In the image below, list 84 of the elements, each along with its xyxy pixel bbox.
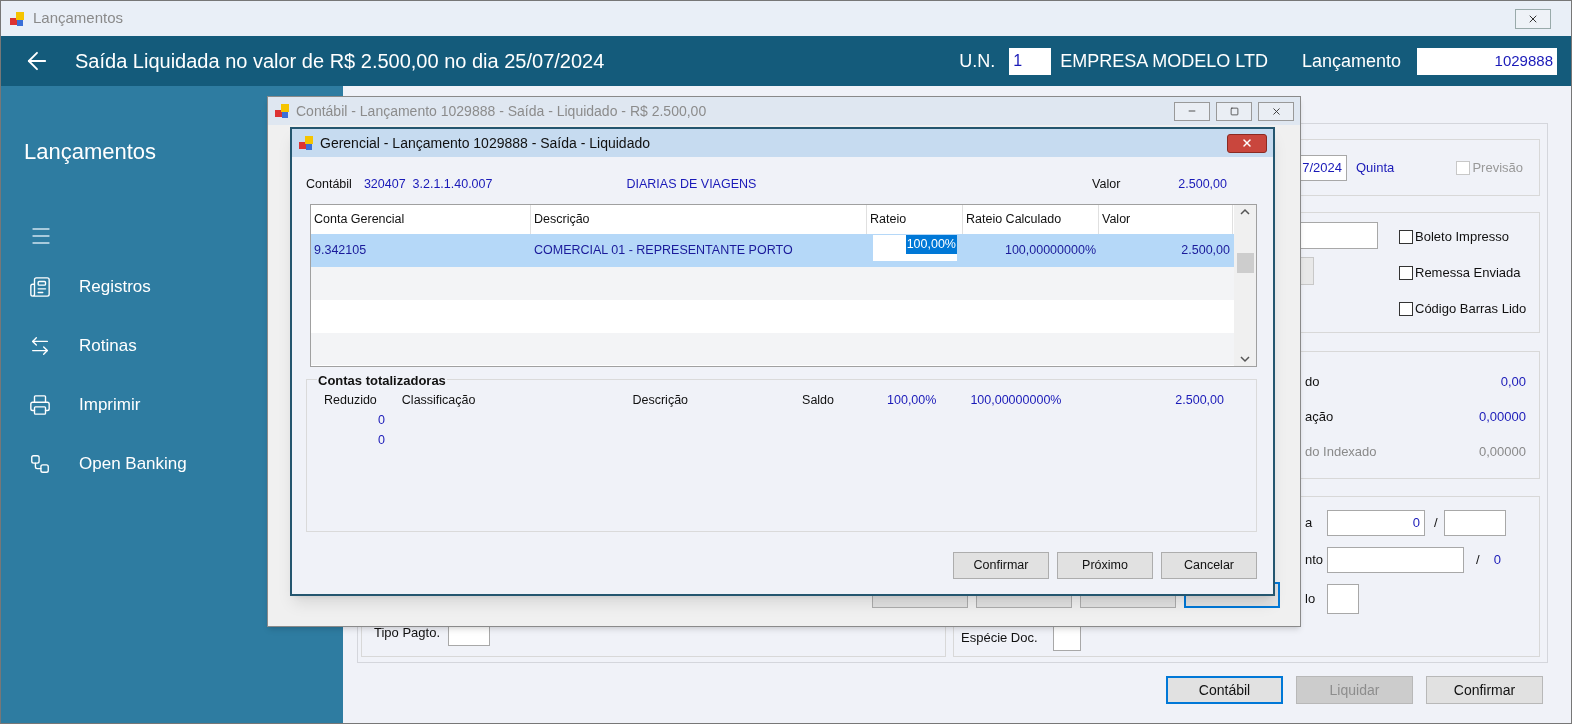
column-header: Saldo — [802, 391, 835, 409]
column-header: Descrição — [632, 391, 689, 409]
total-value: 100,00% — [887, 391, 937, 409]
scroll-thumb[interactable] — [1236, 253, 1254, 273]
doc-type-label: Espécie Doc. — [961, 629, 1039, 648]
value-text: 2.500,00 — [1178, 175, 1227, 193]
grid-row[interactable]: 9.342105 COMERCIAL 01 - REPRESENTANTE PORTO 100,00% 100,00000000% 2.500,00 — [311, 234, 1234, 267]
sidebar-item[interactable]: Rotinas — [1, 329, 343, 363]
table-cell: 0 — [378, 412, 385, 428]
scroll-down-icon[interactable] — [1240, 355, 1250, 363]
input-field[interactable] — [1443, 510, 1506, 536]
checkbox-label: Remessa Enviada — [1415, 264, 1521, 283]
amount-value: 0,00 — [1500, 373, 1526, 392]
entry-field[interactable]: 1029888 — [1417, 47, 1557, 75]
minimize-button[interactable] — [1174, 101, 1210, 121]
separator-text: / — [1434, 514, 1438, 533]
column-header: Reduzido — [324, 391, 377, 409]
table-cell: 0 — [378, 432, 385, 448]
checkbox[interactable] — [1399, 230, 1413, 244]
dialog-button[interactable]: Confirmar — [953, 552, 1049, 579]
input-field[interactable]: 0 — [1327, 510, 1425, 536]
installment-label: a — [1305, 514, 1314, 533]
checkbox[interactable] — [1399, 302, 1413, 316]
entry-label: Lançamento — [1301, 49, 1401, 73]
maximize-icon — [1229, 106, 1239, 116]
total-value: 100,00000000% — [970, 391, 1062, 409]
scroll-up-icon[interactable] — [1240, 208, 1250, 216]
printer-icon — [29, 394, 51, 416]
account-code: 320407 3.2.1.1.40.007 — [363, 175, 493, 193]
checkbox[interactable] — [1399, 266, 1413, 280]
form-button[interactable]: Confirmar — [1426, 676, 1543, 704]
sidebar-item[interactable]: Registros — [1, 270, 343, 304]
account-label: Contábil — [306, 175, 352, 193]
checkbox-label: Boleto Impresso — [1415, 228, 1509, 247]
total-value: 2.500,00 — [1175, 391, 1224, 409]
amount-value: 0,00000 — [1479, 408, 1526, 427]
separator-text: / — [1476, 551, 1480, 570]
amount-label: do Indexado — [1305, 443, 1377, 462]
app-icon — [298, 135, 314, 151]
dialog-title: Contábil - Lançamento 1029888 - Saída - Liquidado - R$ 2.500,00 — [296, 101, 707, 121]
dialog-title: Gerencial - Lançamento 1029888 - Saída - Liquidado — [320, 133, 650, 153]
app-icon — [9, 10, 25, 27]
dialog-button[interactable]: Próximo — [1057, 552, 1153, 579]
installment-value: 0 — [1412, 514, 1420, 533]
form-button[interactable]: Contábil — [1166, 676, 1283, 704]
rateio-input[interactable]: 100,00% — [873, 235, 957, 261]
close-icon — [1241, 137, 1253, 149]
close-icon — [1270, 105, 1282, 117]
document-label: nto — [1305, 551, 1325, 570]
nodes-icon — [29, 453, 51, 475]
checkbox-label: Código Barras Lido — [1415, 300, 1527, 319]
account-description: DIARIAS DE VIAGENS — [626, 175, 757, 193]
company-name: EMPRESA MODELO LTD — [1060, 49, 1268, 73]
scrollbar[interactable] — [1234, 205, 1256, 366]
date-value: 7/2024 — [1302, 158, 1342, 177]
payment-type-label: Tipo Pagto. — [374, 624, 440, 643]
input-field[interactable] — [1327, 547, 1464, 573]
unit-label: U.N. — [959, 49, 996, 73]
table-cell-text: 2.500,00 — [1180, 242, 1231, 260]
table-cell-text: COMERCIAL 01 - REPRESENTANTE PORTO — [533, 242, 794, 260]
sidebar-item[interactable]: Open Banking — [1, 447, 343, 481]
dialog-button[interactable]: Cancelar — [1161, 552, 1257, 579]
app-icon — [274, 103, 290, 119]
amount-label: ação — [1305, 408, 1334, 427]
field-label: lo — [1305, 590, 1317, 609]
window-title: Lançamentos — [33, 8, 124, 29]
arrows-icon — [29, 335, 51, 357]
sidebar-title: Lançamentos — [24, 138, 157, 166]
document-icon — [29, 276, 51, 298]
amount-value: 0,00000 — [1479, 443, 1526, 462]
weekday-label: Quinta — [1356, 158, 1395, 177]
header-title: Saída Liquidada no valor de R$ 2.500,00 no dia 25/07/2024 — [75, 49, 605, 74]
unit-field[interactable]: 1 — [1009, 47, 1052, 75]
maximize-button[interactable] — [1216, 101, 1252, 121]
input-field[interactable] — [1053, 625, 1081, 651]
amount-label: do — [1305, 373, 1320, 392]
close-button[interactable] — [1227, 133, 1267, 153]
table-cell-text: 9.342105 — [313, 242, 368, 260]
document-total: 0 — [1493, 551, 1501, 570]
column-header: Classificação — [401, 391, 476, 409]
table-cell-text: 100,00000000% — [1003, 242, 1097, 260]
value-label: Valor — [1092, 175, 1121, 193]
input-field[interactable] — [1327, 584, 1359, 614]
forecast-label: Previsão — [1472, 158, 1523, 177]
